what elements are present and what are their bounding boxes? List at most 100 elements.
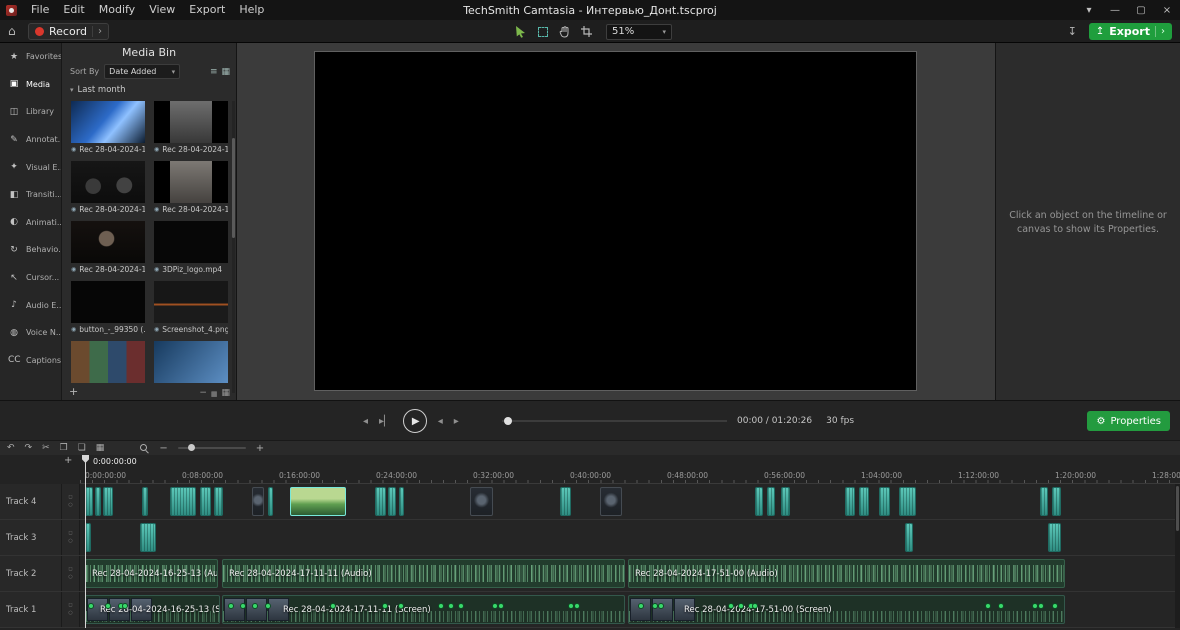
media-scrollbar-thumb[interactable] bbox=[232, 138, 235, 238]
track-lock-icon[interactable]: ◻ bbox=[68, 495, 72, 500]
track-lane[interactable] bbox=[80, 484, 1180, 519]
timeline-zoom-slider[interactable] bbox=[177, 444, 246, 451]
preview-canvas[interactable] bbox=[314, 51, 917, 391]
sidebar-item-library[interactable]: ◫ Library bbox=[0, 98, 61, 126]
screen-clip[interactable]: Rec 28-04-2024-17-11-11 (Screen) bbox=[222, 595, 625, 624]
menu-item[interactable]: Export bbox=[182, 0, 232, 20]
Rec 28-04-2024-1...[interactable]: ◉ Rec 28-04-2024-1... bbox=[154, 161, 228, 214]
sidebar-item-favorites[interactable]: ★ Favorites bbox=[0, 43, 61, 71]
timeline-clip[interactable] bbox=[600, 487, 622, 516]
scrubber-track[interactable] bbox=[502, 417, 727, 425]
large-grid-icon[interactable]: ▦ bbox=[221, 388, 230, 398]
timeline-clip[interactable] bbox=[95, 487, 101, 516]
window-dropdown-caret[interactable]: ▾ bbox=[1076, 0, 1102, 20]
playhead[interactable] bbox=[85, 455, 86, 628]
sidebar-item-cursor-effects[interactable]: ↖ Cursor... bbox=[0, 264, 61, 292]
record-chevron-icon[interactable]: › bbox=[92, 26, 102, 37]
timeline-clip[interactable] bbox=[899, 487, 916, 516]
timeline-scrollbar[interactable] bbox=[1175, 484, 1180, 628]
timeline-clip[interactable] bbox=[142, 487, 148, 516]
sidebar-item-annotations[interactable]: ✎ Annotat... bbox=[0, 126, 61, 154]
track-visibility-icon[interactable]: ○ bbox=[68, 539, 72, 544]
timeline-clip[interactable] bbox=[214, 487, 223, 516]
Rec 28-04-2024-1...[interactable]: ◉ Rec 28-04-2024-1... bbox=[71, 221, 145, 274]
sidebar-item-visual-effects[interactable]: ✦ Visual E... bbox=[0, 153, 61, 181]
split-icon[interactable]: ▦ bbox=[96, 443, 105, 453]
media-section-header[interactable]: ▾ Last month bbox=[62, 83, 236, 98]
sidebar-item-media[interactable]: ▣ Media bbox=[0, 71, 61, 99]
timeline-zoom-handle[interactable] bbox=[187, 444, 195, 451]
paste-icon[interactable]: ❏ bbox=[78, 443, 86, 453]
grid-view-icon[interactable]: ▦ bbox=[221, 67, 230, 77]
screen-clip[interactable]: Rec 28-04-2024-17-51-00 (Screen) bbox=[628, 595, 1065, 624]
import-media-button[interactable]: + bbox=[69, 385, 78, 398]
menu-item[interactable]: Edit bbox=[56, 0, 91, 20]
sidebar-item-transitions[interactable]: ◧ Transiti... bbox=[0, 181, 61, 209]
step-forward-button[interactable]: ▸▏ bbox=[379, 416, 392, 427]
timeline-clip[interactable] bbox=[845, 487, 855, 516]
audio-clip[interactable]: Rec 28-04-2024-17-11-11 (Audio) bbox=[222, 559, 625, 588]
pan-tool-button[interactable] bbox=[557, 24, 572, 39]
Rec 28-04-2024-1...[interactable]: ◉ Rec 28-04-2024-1... bbox=[154, 101, 228, 154]
track-lane[interactable] bbox=[80, 520, 1180, 555]
timeline-clip[interactable] bbox=[388, 487, 396, 516]
Rec 28-04-2024-1...[interactable]: ◉ Rec 28-04-2024-1... bbox=[71, 161, 145, 214]
timeline-scrollbar-thumb[interactable] bbox=[1176, 486, 1179, 531]
sidebar-item-audio-effects[interactable]: ♪ Audio E... bbox=[0, 291, 61, 319]
timeline-clip[interactable] bbox=[399, 487, 404, 516]
media-item[interactable] bbox=[71, 341, 145, 390]
timeline-clip[interactable] bbox=[560, 487, 571, 516]
timeline-zoom-out-button[interactable]: − bbox=[159, 443, 167, 454]
export-button[interactable]: ↥ Export › bbox=[1088, 23, 1172, 40]
media-item[interactable] bbox=[154, 341, 228, 390]
menu-item[interactable]: Modify bbox=[92, 0, 142, 20]
canvas-zoom-dropdown[interactable]: 51% ▾ bbox=[606, 23, 672, 40]
home-icon[interactable]: ⌂ bbox=[8, 24, 16, 38]
cursor-tool-button[interactable] bbox=[513, 24, 528, 39]
Screenshot_4.png[interactable]: ◉ Screenshot_4.png bbox=[154, 281, 228, 334]
audio-clip[interactable]: Rec 28-04-2024-16-25-13 (Audio) bbox=[85, 559, 218, 588]
audio-clip[interactable]: Rec 28-04-2024-17-51-00 (Audio) bbox=[628, 559, 1065, 588]
undo-icon[interactable]: ↶ bbox=[7, 443, 15, 453]
sidebar-item-animations[interactable]: ◐ Animati... bbox=[0, 209, 61, 237]
timeline-clip[interactable] bbox=[200, 487, 211, 516]
scrubber-handle[interactable] bbox=[504, 417, 512, 425]
cut-icon[interactable]: ✂ bbox=[42, 443, 50, 453]
small-grid-icon[interactable]: ▦ bbox=[211, 390, 218, 398]
Rec 28-04-2024-1...[interactable]: ◉ Rec 28-04-2024-1... bbox=[71, 101, 145, 154]
timeline-clip[interactable] bbox=[905, 523, 913, 552]
download-icon[interactable]: ↧ bbox=[1068, 25, 1077, 38]
next-clip-button[interactable]: ▸ bbox=[454, 416, 459, 427]
track-lane[interactable]: Rec 28-04-2024-16-25-13 (Audio) Rec 28-0… bbox=[80, 556, 1180, 591]
timeline-clip[interactable] bbox=[103, 487, 113, 516]
menu-item[interactable]: Help bbox=[232, 0, 271, 20]
timeline-clip[interactable] bbox=[85, 487, 93, 516]
zoom-magnifier-icon[interactable] bbox=[140, 443, 149, 453]
button_-_99350 (...[interactable]: ◉ button_-_99350 (... bbox=[71, 281, 145, 334]
track-visibility-icon[interactable]: ○ bbox=[68, 611, 72, 616]
track-lock-icon[interactable]: ◻ bbox=[68, 603, 72, 608]
timeline-clip[interactable] bbox=[781, 487, 790, 516]
crop-tool-button[interactable] bbox=[579, 24, 594, 39]
minimize-button[interactable]: — bbox=[1102, 0, 1128, 20]
timeline-clip[interactable] bbox=[879, 487, 890, 516]
selection-tool-button[interactable] bbox=[535, 24, 550, 39]
list-view-icon[interactable]: ≡ bbox=[210, 67, 218, 77]
3DPiz_logo.mp4[interactable]: ◉ 3DPiz_logo.mp4 bbox=[154, 221, 228, 274]
menu-item[interactable]: View bbox=[142, 0, 182, 20]
timeline-ruler[interactable]: 0:00:00:00 0:08:00:00 0:16:00:00 0:24:00:00… bbox=[80, 469, 1180, 484]
timeline-clip[interactable] bbox=[1048, 523, 1061, 552]
timeline-clip[interactable] bbox=[1052, 487, 1061, 516]
sidebar-item-voice-narration[interactable]: ◍ Voice N... bbox=[0, 319, 61, 347]
timeline-clip[interactable] bbox=[268, 487, 273, 516]
sidebar-item-behaviors[interactable]: ↻ Behavio... bbox=[0, 236, 61, 264]
track-lane[interactable]: Rec 28-04-2024-16-25-13 (Screen) Rec 28-… bbox=[80, 592, 1180, 627]
timeline-clip[interactable] bbox=[1040, 487, 1048, 516]
copy-icon[interactable]: ❐ bbox=[60, 443, 68, 453]
sort-by-dropdown[interactable]: Date Added ▾ bbox=[104, 64, 181, 79]
timeline-clip[interactable] bbox=[290, 487, 346, 516]
add-track-button[interactable]: + bbox=[64, 455, 72, 466]
record-button[interactable]: Record › bbox=[28, 23, 110, 40]
close-button[interactable]: × bbox=[1154, 0, 1180, 20]
track-lock-icon[interactable]: ◻ bbox=[68, 531, 72, 536]
